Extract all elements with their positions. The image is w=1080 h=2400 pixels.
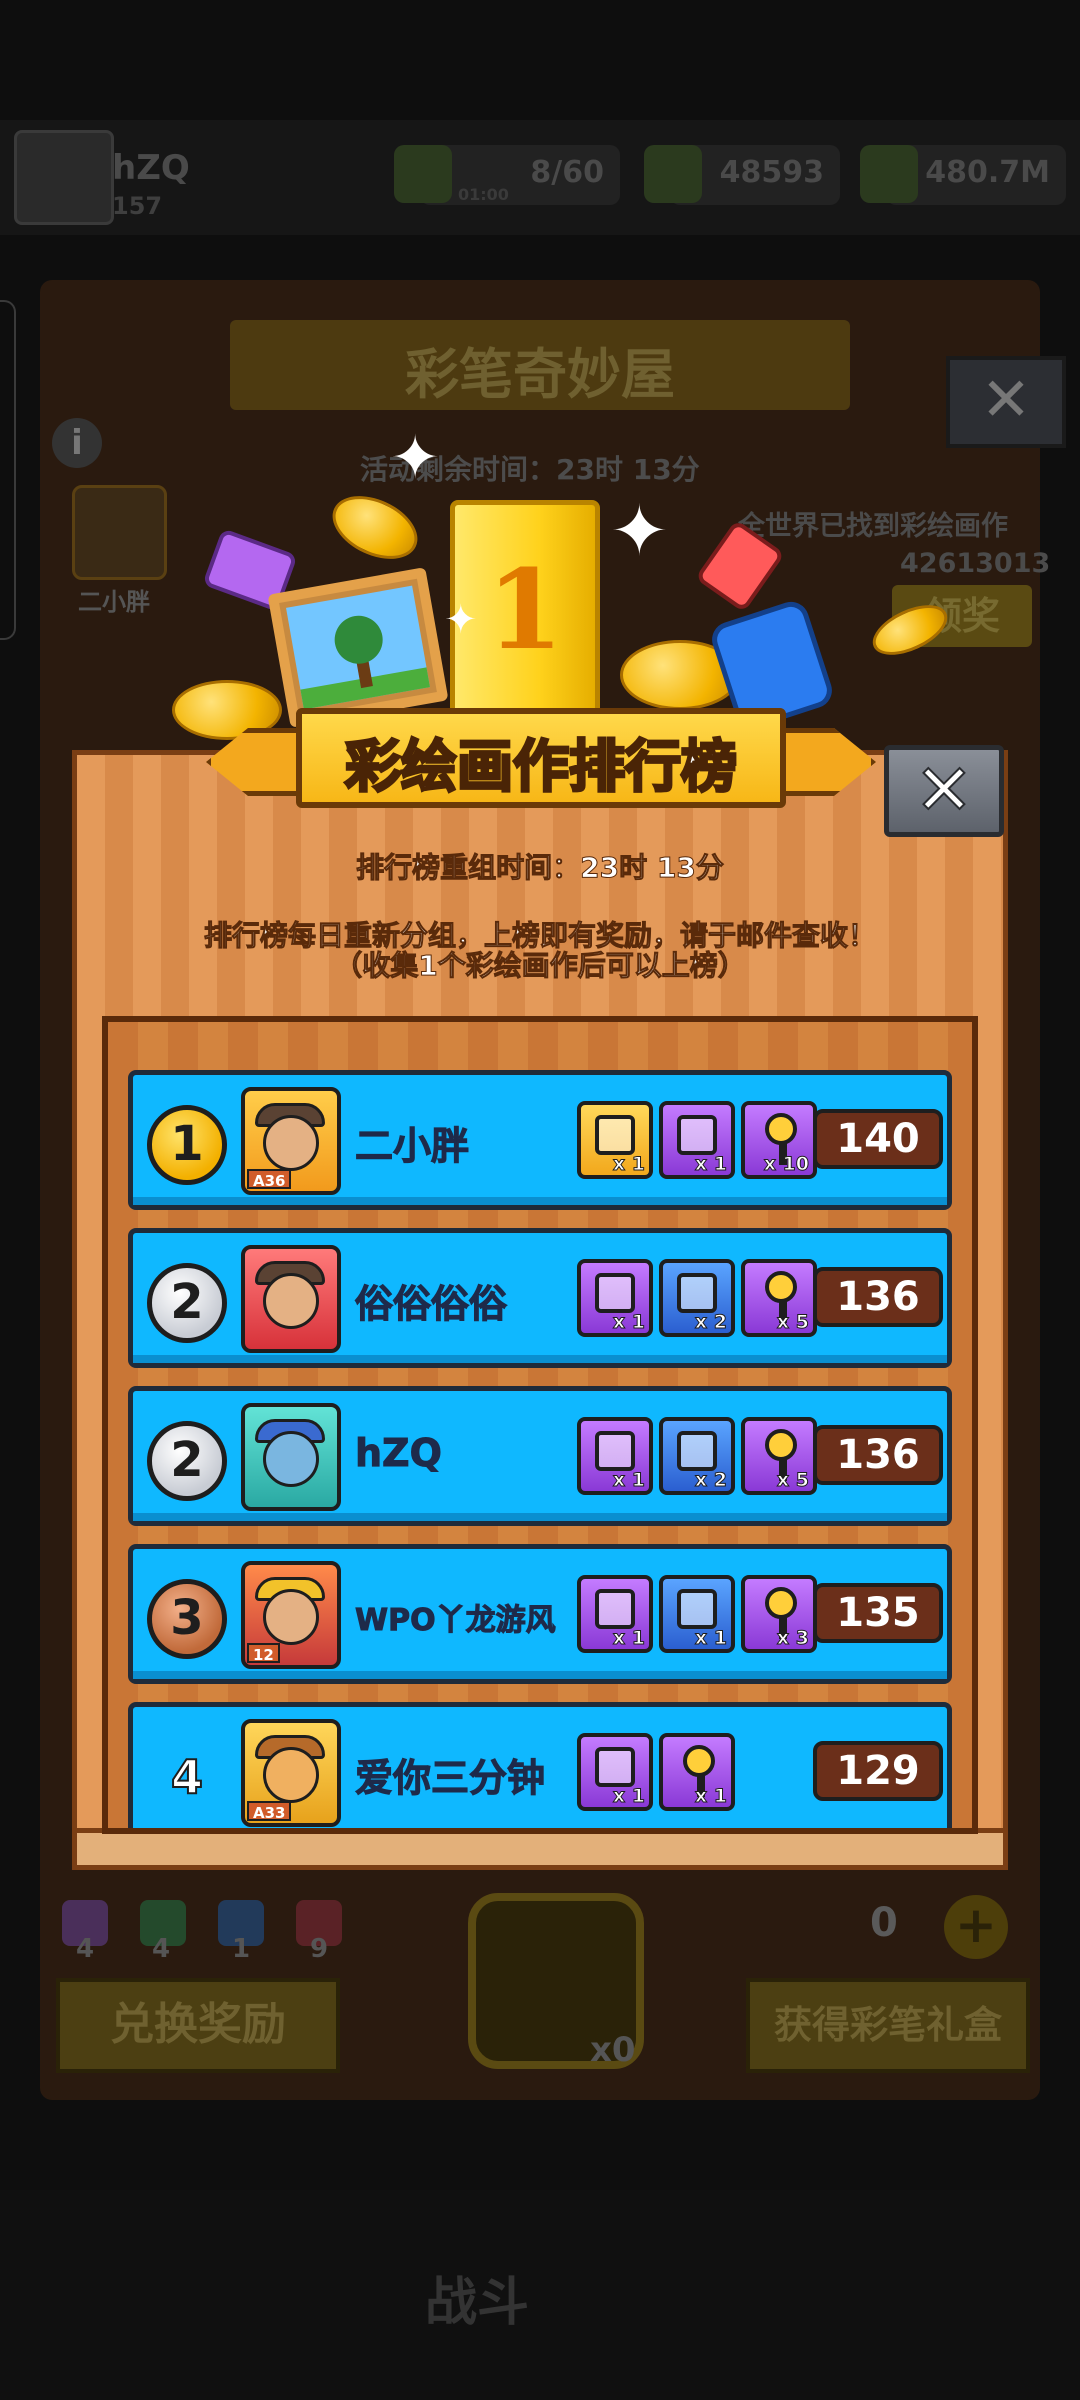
ranking-list[interactable]: 1 A36 二小胖 x 1 x 1 x 10 140 2 俗俗俗俗 x 1 x … xyxy=(102,1016,978,1834)
player-name: WPO丫龙游风 xyxy=(355,1603,557,1639)
gem-value: 48593 xyxy=(719,155,824,190)
player-name: 二小胖 xyxy=(354,1124,470,1169)
key-icon[interactable]: x 5 xyxy=(741,1259,817,1337)
exchange-reward-button[interactable]: 兑换奖励 xyxy=(56,1978,340,2073)
info-icon[interactable]: i xyxy=(52,418,102,468)
blue-chest-icon[interactable]: x 2 xyxy=(659,1259,735,1337)
player-avatar[interactable]: A36 xyxy=(241,1087,341,1195)
add-gift-button[interactable]: + xyxy=(944,1895,1008,1959)
gem-icon xyxy=(644,145,702,203)
blue-chest-icon[interactable]: x 1 xyxy=(659,1575,735,1653)
purple-chest-icon[interactable]: x 1 xyxy=(577,1575,653,1653)
key-icon[interactable]: x 3 xyxy=(741,1575,817,1653)
purple-chest-icon[interactable]: x 1 xyxy=(659,1101,735,1179)
leader-name: 二小胖 xyxy=(78,588,150,616)
purple-pencil-count: 4 xyxy=(76,1934,95,1964)
ranking-row[interactable]: 2 俗俗俗俗 x 1 x 2 x 5 136 xyxy=(128,1228,952,1368)
coin-counter: 480.7M xyxy=(860,145,1066,205)
silver-medal-icon: 2 xyxy=(147,1263,227,1343)
sparkle-icon: ✦ xyxy=(444,597,478,643)
key-icon[interactable]: x 1 xyxy=(659,1733,735,1811)
score-value: 136 xyxy=(813,1425,943,1485)
key-icon[interactable]: x 10 xyxy=(741,1101,817,1179)
purple-chest-icon[interactable]: x 1 xyxy=(577,1733,653,1811)
ranking-row[interactable]: 2 hZQ x 1 x 2 x 5 136 xyxy=(128,1386,952,1526)
gold-medal-icon: 1 xyxy=(147,1105,227,1185)
bronze-medal-icon: 3 xyxy=(147,1579,227,1659)
score-value: 136 xyxy=(813,1267,943,1327)
energy-value: 8/60 xyxy=(530,155,604,190)
player-name: 爱你三分钟 xyxy=(354,1756,546,1801)
energy-icon xyxy=(394,145,452,203)
red-pencil-count: 9 xyxy=(310,1934,329,1964)
sparkle-icon: ✦ xyxy=(610,490,669,572)
energy-timer: 01:00 xyxy=(458,185,509,204)
player-avatar[interactable] xyxy=(241,1245,341,1353)
gold-chest-icon[interactable]: x 1 xyxy=(577,1101,653,1179)
shop-title: 彩笔奇妙屋 xyxy=(405,343,675,406)
energy-counter: 8/60 01:00 xyxy=(394,145,620,205)
score-value: 135 xyxy=(813,1583,943,1643)
player-name: hZQ xyxy=(355,1431,443,1476)
ranking-row[interactable]: 3 12 WPO丫龙游风 x 1 x 1 x 3 135 xyxy=(128,1544,952,1684)
green-pencil-count: 4 xyxy=(152,1934,171,1964)
score-value: 140 xyxy=(813,1109,943,1169)
silver-medal-icon: 2 xyxy=(147,1421,227,1501)
bottom-nav xyxy=(0,2190,1080,2400)
leaderboard-title-ribbon: 彩绘画作排行榜 xyxy=(206,700,876,820)
gem-counter: 48593 xyxy=(644,145,840,205)
world-found-count: 42613013 xyxy=(900,548,1051,579)
avatar-level-tag: 12 xyxy=(247,1643,280,1664)
player-avatar[interactable]: 12 xyxy=(241,1561,341,1669)
rank-number: 4 xyxy=(170,1749,204,1805)
player-name: hZQ xyxy=(112,148,190,188)
player-level: 157 xyxy=(112,192,163,220)
shop-close-button[interactable]: ✕ xyxy=(946,356,1066,448)
score-value: 129 xyxy=(813,1741,943,1801)
panel-bottom-edge xyxy=(72,1828,1008,1870)
leaderboard-title: 彩绘画作排行榜 xyxy=(344,734,739,802)
rules-subtext: （收集1个彩绘画作后可以上榜） xyxy=(334,949,746,983)
player-avatar xyxy=(14,130,114,225)
player-name: 俗俗俗俗 xyxy=(354,1282,508,1327)
ranking-row[interactable]: 4 A33 爱你三分钟 x 1 x 1 129 xyxy=(128,1702,952,1828)
purple-chest-icon[interactable]: x 1 xyxy=(577,1417,653,1495)
leader-avatar[interactable] xyxy=(72,485,167,580)
sparkle-icon: ✦ xyxy=(390,423,441,493)
player-avatar[interactable]: A33 xyxy=(241,1719,341,1827)
game-screen: hZQ 157 8/60 01:00 48593 480.7M 彩笔奇妙屋 ✕ … xyxy=(0,0,1080,2400)
gift-box-count: 0 xyxy=(870,1900,898,1946)
avatar-level-tag: A33 xyxy=(247,1801,292,1822)
key-icon[interactable]: x 5 xyxy=(741,1417,817,1495)
blue-pencil-count: 1 xyxy=(232,1934,251,1964)
blue-chest-icon[interactable]: x 2 xyxy=(659,1417,735,1495)
coin-icon xyxy=(860,145,918,203)
purple-chest-icon[interactable]: x 1 xyxy=(577,1259,653,1337)
world-found-label: 全世界已找到彩绘画作 xyxy=(738,511,1008,542)
regroup-time: 排行榜重组时间：23时 13分 xyxy=(356,851,725,885)
get-pencil-box-button[interactable]: 获得彩笔礼盒 xyxy=(746,1978,1030,2073)
battle-tab[interactable]: 战斗 xyxy=(425,2260,529,2335)
unlock-count: x0 xyxy=(590,2030,636,2070)
close-button[interactable]: ✕ xyxy=(884,745,1004,837)
screen-edge-indicator xyxy=(0,300,16,640)
ranking-row[interactable]: 1 A36 二小胖 x 1 x 1 x 10 140 xyxy=(128,1070,952,1210)
coin-value: 480.7M xyxy=(925,155,1050,190)
player-avatar[interactable] xyxy=(241,1403,341,1511)
avatar-level-tag: A36 xyxy=(247,1169,292,1190)
